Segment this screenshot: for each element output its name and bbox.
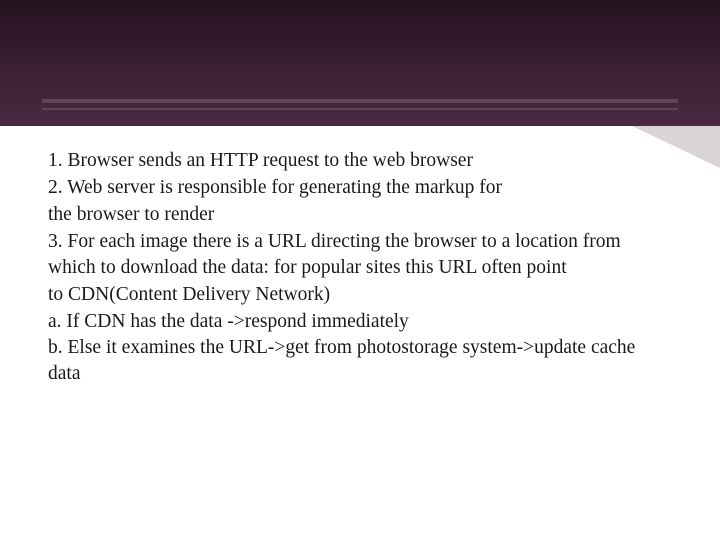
content-line-4: to CDN(Content Delivery Network)	[48, 282, 648, 308]
content-line-1: 1. Browser sends an HTTP request to the …	[48, 148, 648, 174]
header-rule-bottom	[42, 108, 678, 110]
content-line-2b: the browser to render	[48, 202, 648, 228]
content-line-3: 3. For each image there is a URL directi…	[48, 229, 648, 281]
slide-content: 1. Browser sends an HTTP request to the …	[48, 148, 648, 388]
content-line-2: 2. Web server is responsible for generat…	[48, 175, 648, 201]
content-line-6: b. Else it examines the URL->get from ph…	[48, 335, 648, 387]
header-rule-top	[42, 99, 678, 103]
slide: 1. Browser sends an HTTP request to the …	[0, 0, 720, 540]
content-line-5: a. If CDN has the data ->respond immedia…	[48, 309, 648, 335]
header-band	[0, 0, 720, 126]
